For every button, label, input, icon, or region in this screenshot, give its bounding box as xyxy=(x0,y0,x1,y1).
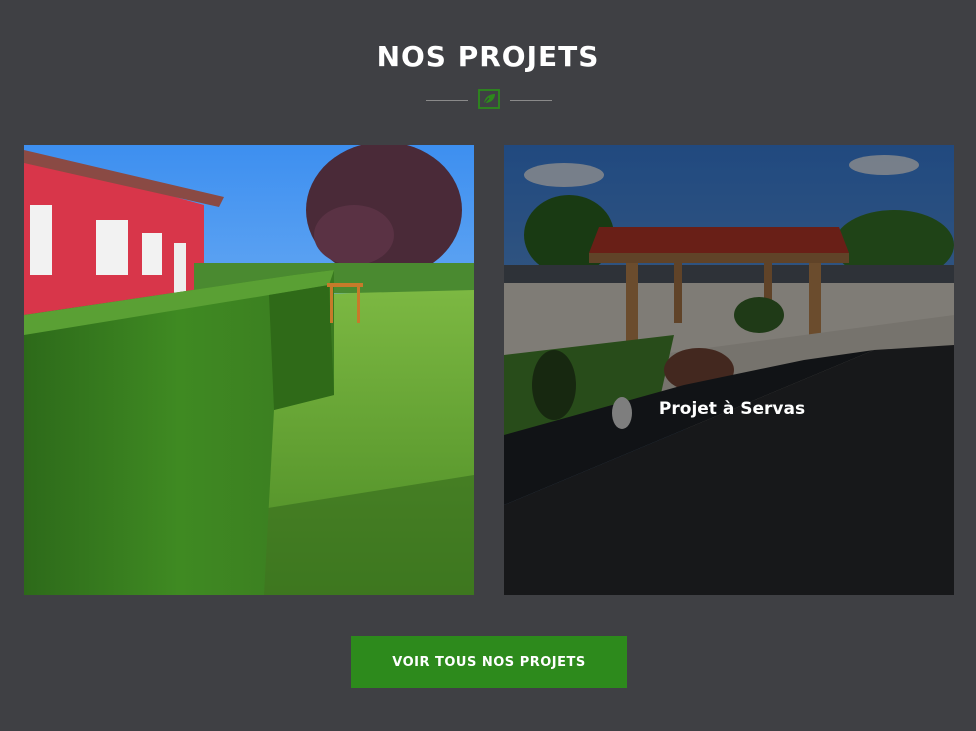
hedge-and-lawn-photo xyxy=(24,145,474,595)
divider-line-right xyxy=(510,100,552,101)
photo-dark-overlay xyxy=(504,145,954,595)
project-caption: Projet à Servas xyxy=(658,399,806,419)
section-title: NOS PROJETS xyxy=(376,40,600,73)
project-card-hedge[interactable] xyxy=(24,145,474,595)
leaf-box-icon xyxy=(478,89,500,109)
project-card-servas[interactable]: Projet à Servas xyxy=(504,145,954,595)
title-divider xyxy=(426,87,552,113)
divider-line-left xyxy=(426,100,468,101)
see-all-projects-button[interactable]: VOIR TOUS NOS PROJETS xyxy=(351,636,627,688)
